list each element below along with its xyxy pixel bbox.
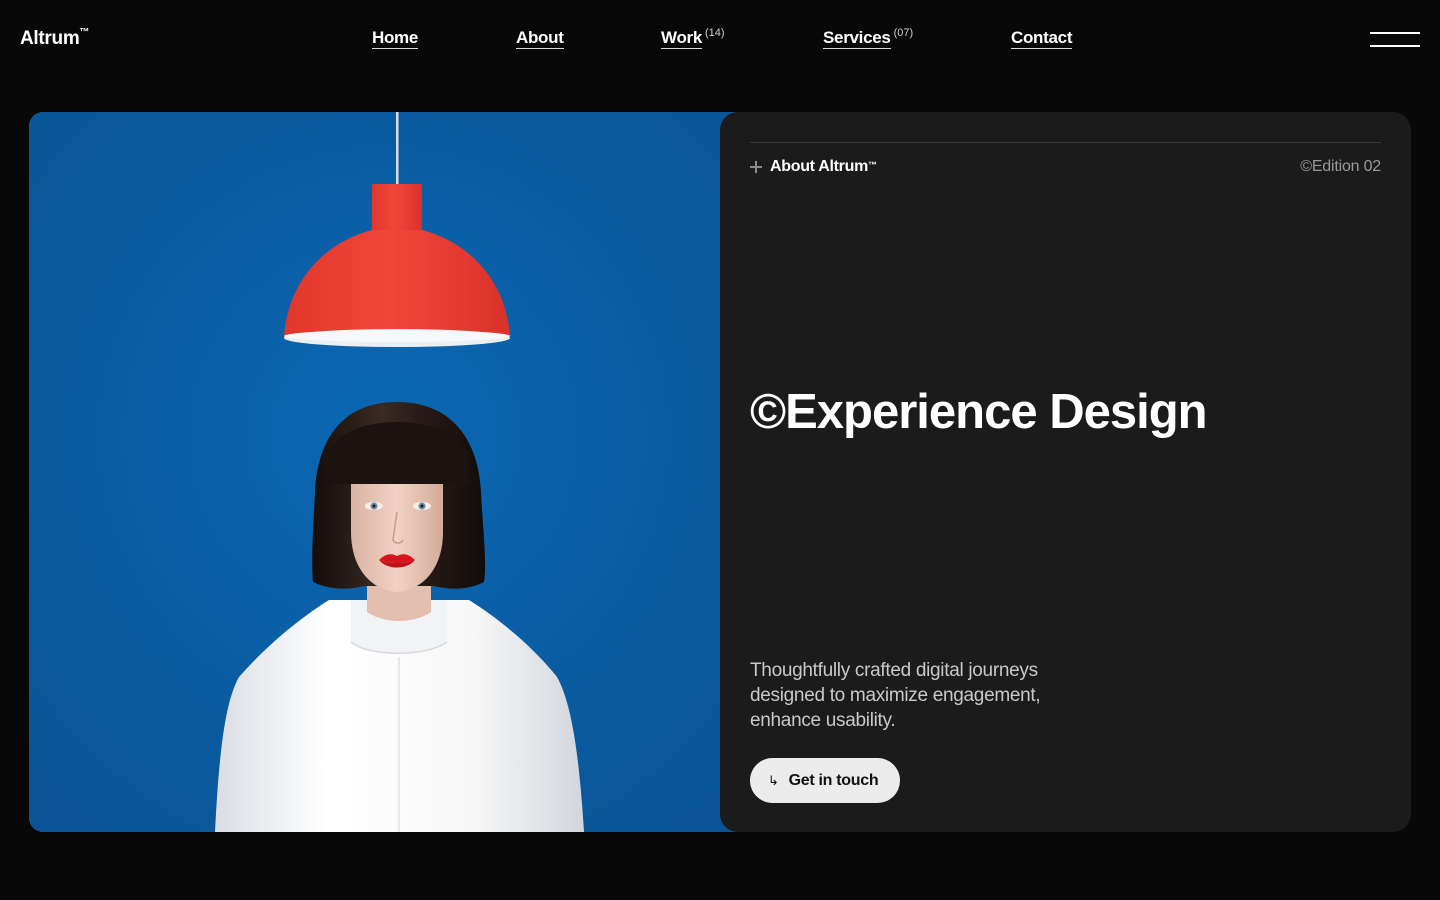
edition-label: ©Edition 02 — [1300, 158, 1381, 175]
about-card: About Altrum ™ ©Edition 02 ©Experience De… — [720, 112, 1411, 832]
hamburger-line-top — [1370, 32, 1420, 34]
hamburger-icon[interactable] — [1366, 30, 1422, 50]
get-in-touch-label: Get in touch — [788, 771, 879, 789]
arrow-return-icon: ↳ — [768, 772, 779, 788]
section-label-text: About Altrum — [770, 158, 869, 175]
section-label-trademark: ™ — [868, 160, 877, 170]
nav-home[interactable]: Home — [372, 28, 419, 49]
hamburger-line-bottom — [1370, 45, 1420, 47]
logo-text: Altrum — [20, 28, 80, 49]
description-text: Thoughtfully crafted digital journeys de… — [750, 660, 1041, 731]
portrait-illustration — [29, 112, 739, 832]
nav-work-label: Work — [661, 28, 702, 49]
nav-about-label: About — [516, 28, 564, 49]
nav-contact-label: Contact — [1011, 28, 1073, 49]
nav-contact[interactable]: Contact — [1011, 28, 1073, 49]
hero-image — [29, 112, 739, 832]
card-divider — [750, 142, 1381, 143]
logo-trademark: ™ — [79, 26, 90, 38]
nav-services-label: Services — [823, 28, 891, 49]
nav-services-count: (07) — [893, 27, 914, 39]
nav-services[interactable]: Services (07) — [823, 27, 914, 49]
logo[interactable]: Altrum™ — [20, 26, 90, 50]
plus-icon — [750, 161, 762, 173]
nav-work-count: (14) — [705, 27, 725, 39]
site-header: Altrum™ Home About Work (14) Services (07)… — [0, 0, 1440, 80]
nav-work[interactable]: Work (14) — [661, 27, 725, 49]
get-in-touch-button[interactable]: ↳ Get in touch — [750, 758, 901, 803]
nav-about[interactable]: About — [516, 28, 564, 49]
section-label: About Altrum ™ — [750, 158, 877, 176]
nav-home-label: Home — [372, 28, 419, 49]
page-title: ©Experience Design — [750, 385, 1208, 439]
